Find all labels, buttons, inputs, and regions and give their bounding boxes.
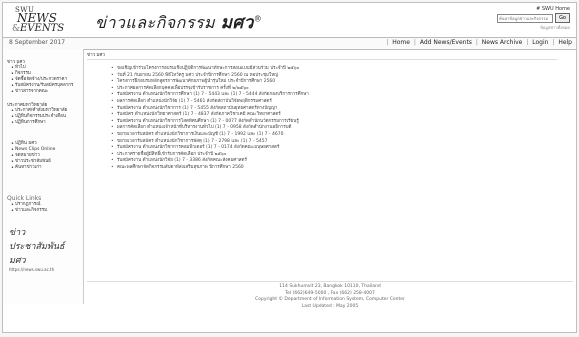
news-item[interactable]: โครงการฝึกอบรมหลักสูตรการพัฒนาศักยภาพผู้…: [111, 79, 573, 86]
main-content: ข่าว มศว ขอเชิญเข้าร่วมโครงการอบรมเชิงปฏ…: [87, 51, 573, 251]
site-title-text: ข่าวและกิจกรรม: [95, 13, 216, 32]
page: SWU NEWS & EVENTS ข่าวและกิจกรรม มศว® # …: [2, 2, 577, 333]
footer: 114 Sukhumvit 23, Bangkok 10110, Thailan…: [87, 281, 573, 310]
nav-help[interactable]: Help: [558, 39, 572, 46]
nav-separator: |: [386, 39, 389, 46]
registered-mark: ®: [253, 14, 263, 24]
search-row: Go: [450, 13, 570, 23]
news-item[interactable]: ผลการคัดเลือก ตำแหน่งเจ้าหน้าที่บริหารงา…: [111, 125, 573, 132]
nav-news-archive[interactable]: News Archive: [482, 39, 523, 46]
sidebar-heading: ประกาศมหาวิทยาลัย: [7, 103, 48, 108]
site-brand-text: มศว: [220, 13, 254, 33]
pr-banner[interactable]: ข่าวประชาสัมพันธ์ มศว https://news.swu.a…: [9, 225, 73, 272]
news-item[interactable]: ขอเชิญเข้าร่วมโครงการอบรมเชิงปฏิบัติการพ…: [111, 66, 573, 73]
search-all-news-link[interactable]: ข้อมูลข่าวทั้งหมด: [450, 24, 570, 31]
search-input[interactable]: [497, 13, 554, 23]
news-item[interactable]: รับสมัครงาน ตำแหน่งนักวิจัย (1) 7 - 3386…: [111, 158, 573, 165]
news-item[interactable]: ผลการคัดเลือก ตำแหน่งนักวิจัย (1) 7 - 54…: [111, 99, 573, 106]
sidebar-group-announcements: ประกาศมหาวิทยาลัย ประกาศ/คำสั่งมหาวิทยาล…: [7, 101, 67, 126]
news-item[interactable]: รับสมัครงาน ตำแหน่งนักวิชาการศึกษา (1) 7…: [111, 92, 573, 99]
pr-banner-url: https://news.swu.ac.th: [9, 267, 55, 272]
nav-login[interactable]: Login: [532, 39, 548, 46]
top-nav-links: | Home | Add News/Events | News Archive …: [384, 39, 572, 46]
sidebar-item[interactable]: ข่าวสารจากคณะ: [11, 89, 73, 95]
nav-home[interactable]: Home: [392, 39, 410, 46]
header-tools: # SWU Home Go ข้อมูลข่าวทั้งหมด: [450, 6, 570, 31]
news-item[interactable]: คณะพลศึกษาจัดกิจกรรมสัปดาห์ส่งเสริมสุขภา…: [111, 165, 573, 172]
site-title: ข่าวและกิจกรรม มศว®: [95, 9, 262, 36]
sidebar-list: ทั่วไป กิจกรรม จัดซื้อจัดจ้าง/ประกวดราคา…: [7, 65, 73, 95]
swu-news-logo[interactable]: SWU NEWS & EVENTS: [9, 6, 79, 36]
news-section-title: ข่าว มศว: [87, 51, 557, 60]
header: SWU NEWS & EVENTS ข่าวและกิจกรรม มศว® # …: [3, 3, 576, 37]
nav-separator: |: [552, 39, 555, 46]
news-list: ขอเชิญเข้าร่วมโครงการอบรมเชิงปฏิบัติการพ…: [87, 66, 573, 172]
nav-separator: |: [526, 39, 529, 46]
quick-links-heading: Quick Links: [7, 195, 42, 202]
sidebar-list: ปฏิทิน มศว News Clips Online จดหมายข่าว …: [7, 141, 55, 171]
nav-add-news-events[interactable]: Add News/Events: [420, 39, 472, 46]
sidebar-item[interactable]: ปฏิทินการศึกษา: [11, 120, 67, 126]
logo-events-text: EVENTS: [20, 23, 65, 34]
nav-separator: |: [413, 39, 416, 46]
navigation-bar: 8 September 2017 | Home | Add News/Event…: [3, 37, 576, 50]
quick-links: Quick Links ปรากฏการณ์ ข่าวและกิจกรรม: [7, 195, 47, 214]
sidebar-heading: ข่าว มศว: [7, 60, 25, 65]
sidebar-item[interactable]: ค้นหาข่าวเก่า: [11, 165, 55, 171]
pr-banner-text: ข่าวประชาสัมพันธ์ มศว: [9, 228, 65, 266]
swu-home-link[interactable]: # SWU Home: [450, 6, 570, 12]
sidebar-group-swu-news: ข่าว มศว ทั่วไป กิจกรรม จัดซื้อจัดจ้าง/ป…: [7, 58, 73, 95]
nav-separator: |: [475, 39, 478, 46]
news-item[interactable]: ขยายเวลารับสมัคร ตำแหน่งนักวิชาการเงินแล…: [111, 132, 573, 139]
sidebar-group-resources: ปฏิทิน มศว News Clips Online จดหมายข่าว …: [7, 141, 55, 171]
footer-last-updated: Last Updated : May 2005: [301, 303, 359, 309]
news-item[interactable]: รับสมัครงาน ตำแหน่งนักวิชาการคอมพิวเตอร์…: [111, 145, 573, 152]
go-button[interactable]: Go: [555, 13, 570, 23]
quick-links-list: ปรากฏการณ์ ข่าวและกิจกรรม: [7, 202, 47, 214]
quick-link-item[interactable]: ข่าวและกิจกรรม: [11, 208, 47, 214]
logo-amp-text: &: [12, 24, 21, 34]
sidebar-list: ประกาศ/คำสั่งมหาวิทยาลัย ปฏิทินกิจกรรมปร…: [7, 108, 67, 126]
news-item[interactable]: รับสมัคร ตำแหน่งนักวิทยาศาสตร์ (1) 7 - 4…: [111, 112, 573, 119]
sidebar: ข่าว มศว ทั่วไป กิจกรรม จัดซื้อจัดจ้าง/ป…: [3, 49, 84, 304]
current-date: 8 September 2017: [9, 39, 66, 46]
